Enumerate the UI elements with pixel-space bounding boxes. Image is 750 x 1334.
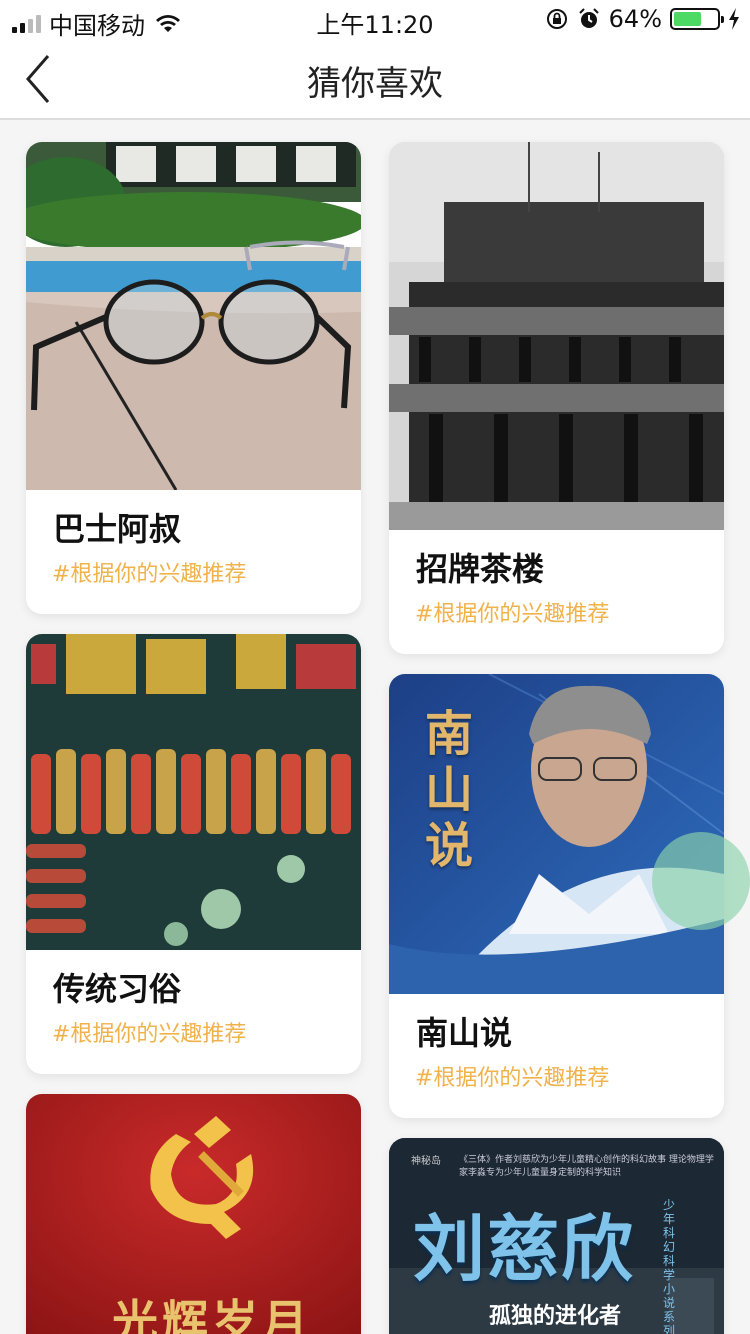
card-title: 南山说 [416,1014,513,1052]
card-tag: #根据你的兴趣推荐 [52,1022,247,1047]
assistive-touch-button[interactable] [652,832,750,930]
card-cover-image: 《三体》作者刘慈欣为少年儿童精心创作的科幻故事 理论物理学家李淼专为少年儿童量身… [389,1138,724,1334]
cover-title: 南山说 [424,706,473,874]
alarm-icon [578,8,599,28]
card-cover-image [26,142,361,490]
card-title: 招牌茶楼 [416,550,545,588]
app-screen: 中国移动 上午11:20 64% 猜你喜欢 巴士阿叔 #根据你的兴趣推荐 招牌茶… [0,0,750,1334]
page-title: 猜你喜欢 [307,64,443,104]
card-tag: #根据你的兴趣推荐 [415,602,610,627]
cover-blurb: 《三体》作者刘慈欣为少年儿童精心创作的科幻故事 理论物理学家李淼专为少年儿童量身… [459,1155,714,1178]
recommendation-card[interactable]: 招牌茶楼 #根据你的兴趣推荐 [389,142,724,654]
card-cover-image: 南山说 [389,674,724,994]
card-cover-image [26,634,361,950]
card-cover-image [389,142,724,530]
card-cover-image: 光辉岁月 [26,1094,361,1334]
charging-icon [729,8,739,30]
card-tag: #根据你的兴趣推荐 [415,1066,610,1091]
nav-bar: 猜你喜欢 [0,40,750,120]
cover-series: 少年科幻科学小说系列 [663,1198,676,1334]
battery-level [674,12,701,26]
card-tag: #根据你的兴趣推荐 [52,562,247,587]
rotation-lock-icon [546,9,567,29]
cover-title: 刘慈欣 [413,1207,636,1291]
battery-icon [670,8,724,30]
recommendation-card[interactable]: 传统习俗 #根据你的兴趣推荐 [26,634,361,1074]
recommendation-card[interactable]: 光辉岁月 [26,1094,361,1334]
cover-title: 光辉岁月 [112,1295,312,1334]
cover-publisher: 神秘岛 [411,1156,441,1167]
battery-percent: 64% [608,5,662,33]
status-bar: 中国移动 上午11:20 64% [0,0,750,40]
card-title: 巴士阿叔 [53,510,182,548]
cover-subtitle: 孤独的进化者 [489,1304,622,1329]
recommendation-card[interactable]: 巴士阿叔 #根据你的兴趣推荐 [26,142,361,614]
recommendation-card[interactable]: 《三体》作者刘慈欣为少年儿童精心创作的科幻故事 理论物理学家李淼专为少年儿童量身… [389,1138,724,1334]
card-title: 传统习俗 [53,970,182,1008]
